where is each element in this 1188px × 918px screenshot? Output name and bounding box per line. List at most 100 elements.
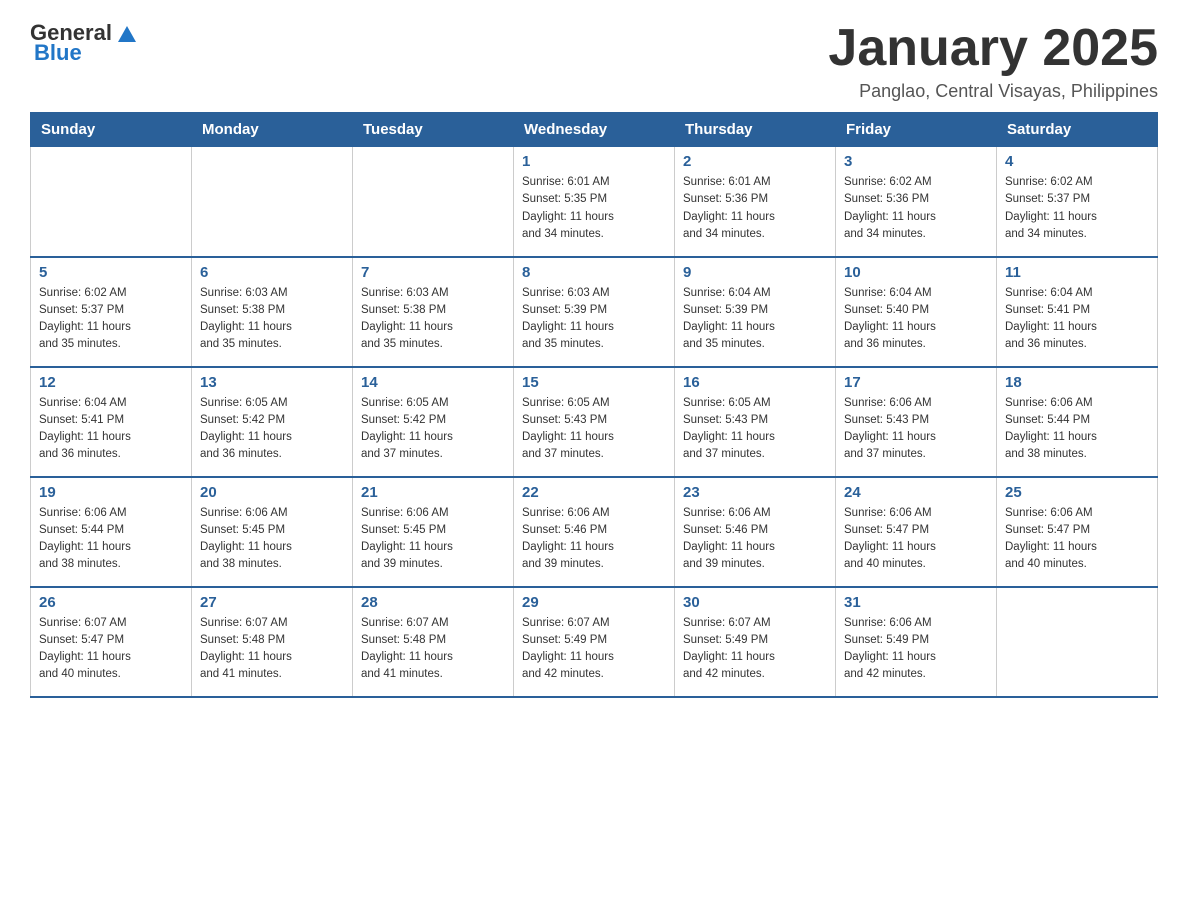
column-header-monday: Monday (192, 113, 353, 147)
day-number: 26 (39, 594, 183, 611)
calendar-week-row: 12 Sunrise: 6:04 AM Sunset: 5:41 PM Dayli… (31, 367, 1158, 477)
day-number: 17 (844, 374, 988, 391)
calendar-cell: 27 Sunrise: 6:07 AM Sunset: 5:48 PM Dayli… (192, 587, 353, 697)
day-info: Sunrise: 6:06 AM Sunset: 5:46 PM Dayligh… (522, 505, 666, 574)
calendar-cell: 12 Sunrise: 6:04 AM Sunset: 5:41 PM Dayli… (31, 367, 192, 477)
calendar-week-row: 1Sunrise: 6:01 AM Sunset: 5:35 PM Daylig… (31, 147, 1158, 257)
calendar-cell: 29 Sunrise: 6:07 AM Sunset: 5:49 PM Dayli… (514, 587, 675, 697)
day-info: Sunrise: 6:06 AM Sunset: 5:47 PM Dayligh… (844, 505, 988, 574)
day-info: Sunrise: 6:06 AM Sunset: 5:47 PM Dayligh… (1005, 505, 1149, 574)
day-number: 2 (683, 153, 827, 170)
calendar-cell: 9 Sunrise: 6:04 AM Sunset: 5:39 PM Daylig… (675, 257, 836, 367)
day-info: Sunrise: 6:04 AM Sunset: 5:41 PM Dayligh… (39, 395, 183, 464)
calendar-cell: 19 Sunrise: 6:06 AM Sunset: 5:44 PM Dayli… (31, 477, 192, 587)
calendar-cell: 22 Sunrise: 6:06 AM Sunset: 5:46 PM Dayli… (514, 477, 675, 587)
day-number: 1 (522, 153, 666, 170)
day-number: 11 (1005, 264, 1149, 281)
day-number: 8 (522, 264, 666, 281)
day-info: Sunrise: 6:07 AM Sunset: 5:49 PM Dayligh… (522, 615, 666, 684)
calendar-cell: 7 Sunrise: 6:03 AM Sunset: 5:38 PM Daylig… (353, 257, 514, 367)
calendar-cell: 5Sunrise: 6:02 AM Sunset: 5:37 PM Daylig… (31, 257, 192, 367)
day-number: 27 (200, 594, 344, 611)
day-info: Sunrise: 6:06 AM Sunset: 5:45 PM Dayligh… (200, 505, 344, 574)
day-info: Sunrise: 6:05 AM Sunset: 5:42 PM Dayligh… (361, 395, 505, 464)
calendar-cell: 23 Sunrise: 6:06 AM Sunset: 5:46 PM Dayli… (675, 477, 836, 587)
day-number: 22 (522, 484, 666, 501)
day-info: Sunrise: 6:02 AM Sunset: 5:37 PM Dayligh… (1005, 174, 1149, 243)
day-number: 10 (844, 264, 988, 281)
day-info: Sunrise: 6:02 AM Sunset: 5:36 PM Dayligh… (844, 174, 988, 243)
day-number: 6 (200, 264, 344, 281)
calendar-week-row: 19 Sunrise: 6:06 AM Sunset: 5:44 PM Dayli… (31, 477, 1158, 587)
calendar-cell: 4 Sunrise: 6:02 AM Sunset: 5:37 PM Daylig… (997, 147, 1158, 257)
calendar-cell: 26 Sunrise: 6:07 AM Sunset: 5:47 PM Dayli… (31, 587, 192, 697)
column-header-friday: Friday (836, 113, 997, 147)
calendar-week-row: 5Sunrise: 6:02 AM Sunset: 5:37 PM Daylig… (31, 257, 1158, 367)
calendar-cell: 28Sunrise: 6:07 AM Sunset: 5:48 PM Dayli… (353, 587, 514, 697)
day-number: 21 (361, 484, 505, 501)
calendar-cell (31, 147, 192, 257)
day-number: 7 (361, 264, 505, 281)
calendar-cell: 24 Sunrise: 6:06 AM Sunset: 5:47 PM Dayli… (836, 477, 997, 587)
calendar-cell: 10 Sunrise: 6:04 AM Sunset: 5:40 PM Dayli… (836, 257, 997, 367)
day-number: 25 (1005, 484, 1149, 501)
day-info: Sunrise: 6:04 AM Sunset: 5:39 PM Dayligh… (683, 285, 827, 354)
day-info: Sunrise: 6:03 AM Sunset: 5:38 PM Dayligh… (200, 285, 344, 354)
day-number: 14 (361, 374, 505, 391)
column-header-saturday: Saturday (997, 113, 1158, 147)
calendar-cell: 20 Sunrise: 6:06 AM Sunset: 5:45 PM Dayli… (192, 477, 353, 587)
calendar-cell: 8 Sunrise: 6:03 AM Sunset: 5:39 PM Daylig… (514, 257, 675, 367)
logo-text-blue: Blue (34, 40, 82, 66)
day-number: 20 (200, 484, 344, 501)
calendar-cell: 17Sunrise: 6:06 AM Sunset: 5:43 PM Dayli… (836, 367, 997, 477)
day-number: 12 (39, 374, 183, 391)
day-number: 30 (683, 594, 827, 611)
day-info: Sunrise: 6:05 AM Sunset: 5:42 PM Dayligh… (200, 395, 344, 464)
day-info: Sunrise: 6:06 AM Sunset: 5:44 PM Dayligh… (39, 505, 183, 574)
calendar-cell: 13Sunrise: 6:05 AM Sunset: 5:42 PM Dayli… (192, 367, 353, 477)
calendar-week-row: 26 Sunrise: 6:07 AM Sunset: 5:47 PM Dayli… (31, 587, 1158, 697)
calendar-header-row: SundayMondayTuesdayWednesdayThursdayFrid… (31, 113, 1158, 147)
day-info: Sunrise: 6:01 AM Sunset: 5:36 PM Dayligh… (683, 174, 827, 243)
day-number: 29 (522, 594, 666, 611)
day-number: 16 (683, 374, 827, 391)
page-header: General Blue January 2025 Panglao, Centr… (30, 20, 1158, 102)
column-header-wednesday: Wednesday (514, 113, 675, 147)
calendar-cell: 15Sunrise: 6:05 AM Sunset: 5:43 PM Dayli… (514, 367, 675, 477)
calendar-cell: 16 Sunrise: 6:05 AM Sunset: 5:43 PM Dayli… (675, 367, 836, 477)
day-info: Sunrise: 6:07 AM Sunset: 5:47 PM Dayligh… (39, 615, 183, 684)
day-info: Sunrise: 6:06 AM Sunset: 5:44 PM Dayligh… (1005, 395, 1149, 464)
day-number: 4 (1005, 153, 1149, 170)
day-number: 24 (844, 484, 988, 501)
calendar-cell: 18 Sunrise: 6:06 AM Sunset: 5:44 PM Dayli… (997, 367, 1158, 477)
day-number: 9 (683, 264, 827, 281)
day-info: Sunrise: 6:07 AM Sunset: 5:49 PM Dayligh… (683, 615, 827, 684)
calendar-cell: 1Sunrise: 6:01 AM Sunset: 5:35 PM Daylig… (514, 147, 675, 257)
calendar-cell: 25 Sunrise: 6:06 AM Sunset: 5:47 PM Dayli… (997, 477, 1158, 587)
day-number: 15 (522, 374, 666, 391)
day-number: 3 (844, 153, 988, 170)
month-title: January 2025 (828, 20, 1158, 77)
calendar-cell: 30 Sunrise: 6:07 AM Sunset: 5:49 PM Dayli… (675, 587, 836, 697)
calendar-cell (353, 147, 514, 257)
day-info: Sunrise: 6:06 AM Sunset: 5:46 PM Dayligh… (683, 505, 827, 574)
logo: General Blue (30, 20, 140, 66)
day-number: 19 (39, 484, 183, 501)
calendar-cell (192, 147, 353, 257)
day-info: Sunrise: 6:07 AM Sunset: 5:48 PM Dayligh… (200, 615, 344, 684)
calendar-table: SundayMondayTuesdayWednesdayThursdayFrid… (30, 112, 1158, 698)
logo-triangle-icon (114, 20, 140, 46)
day-number: 23 (683, 484, 827, 501)
day-info: Sunrise: 6:04 AM Sunset: 5:40 PM Dayligh… (844, 285, 988, 354)
location-text: Panglao, Central Visayas, Philippines (828, 81, 1158, 102)
column-header-sunday: Sunday (31, 113, 192, 147)
column-header-tuesday: Tuesday (353, 113, 514, 147)
calendar-cell: 31Sunrise: 6:06 AM Sunset: 5:49 PM Dayli… (836, 587, 997, 697)
day-info: Sunrise: 6:05 AM Sunset: 5:43 PM Dayligh… (683, 395, 827, 464)
calendar-cell: 14 Sunrise: 6:05 AM Sunset: 5:42 PM Dayli… (353, 367, 514, 477)
calendar-cell: 11Sunrise: 6:04 AM Sunset: 5:41 PM Dayli… (997, 257, 1158, 367)
day-info: Sunrise: 6:03 AM Sunset: 5:39 PM Dayligh… (522, 285, 666, 354)
day-info: Sunrise: 6:03 AM Sunset: 5:38 PM Dayligh… (361, 285, 505, 354)
day-number: 18 (1005, 374, 1149, 391)
day-number: 28 (361, 594, 505, 611)
